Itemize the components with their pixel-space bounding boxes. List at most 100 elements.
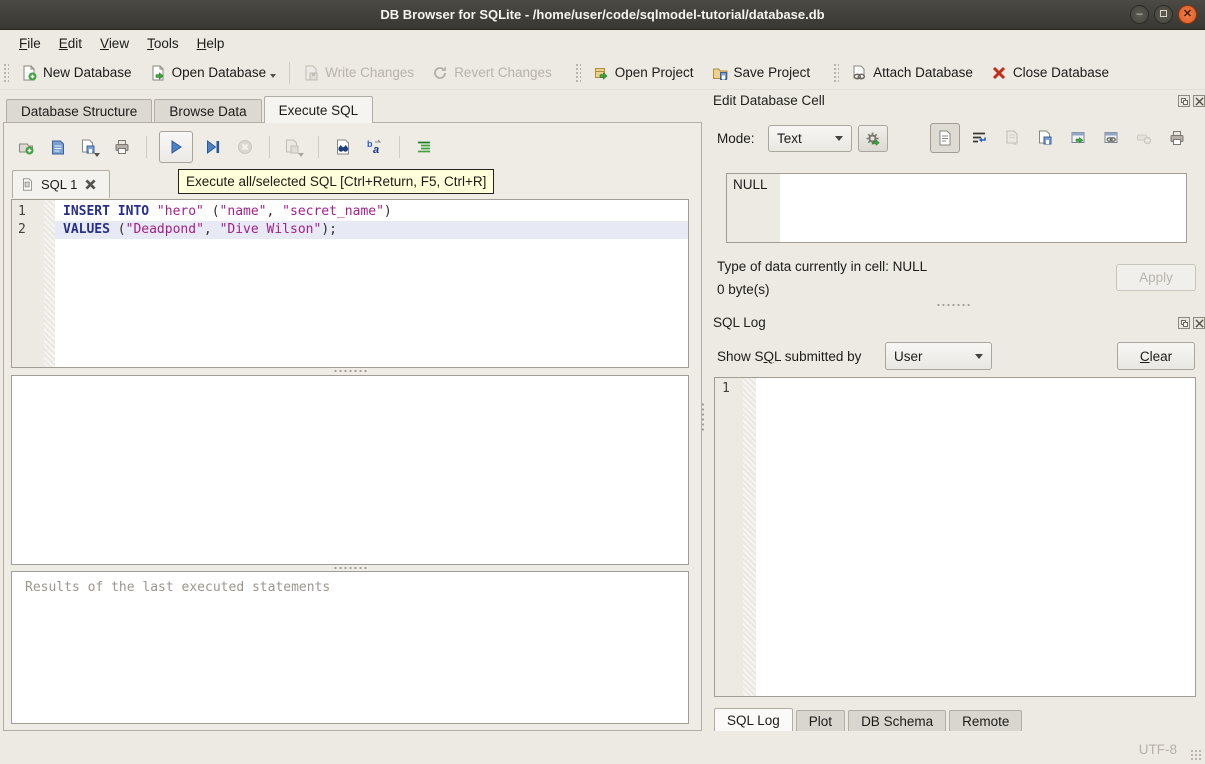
new-tab-icon bbox=[18, 139, 34, 155]
close-database-icon bbox=[991, 65, 1007, 81]
find-button[interactable] bbox=[331, 134, 355, 160]
write-changes-button[interactable]: Write Changes bbox=[294, 61, 423, 85]
print-icon bbox=[114, 139, 130, 155]
open-database-dropdown-icon[interactable] bbox=[270, 74, 276, 78]
cell-size-info: 0 byte(s) bbox=[717, 282, 770, 297]
clear-log-button[interactable]: Clear bbox=[1117, 342, 1195, 370]
line-number: 2 bbox=[18, 221, 44, 239]
revert-changes-button[interactable]: Revert Changes bbox=[423, 61, 561, 85]
results-message-pane: Results of the last executed statements bbox=[11, 571, 689, 724]
main-toolbar: New Database Open Database Write Changes… bbox=[0, 56, 1205, 90]
attach-database-button[interactable]: Attach Database bbox=[842, 61, 982, 85]
menu-edit[interactable]: Edit bbox=[50, 34, 91, 53]
open-project-button[interactable]: Open Project bbox=[584, 61, 703, 85]
results-grid-pane bbox=[11, 375, 689, 565]
sql-log-title: SQL Log bbox=[713, 315, 766, 330]
sql-log-view[interactable]: 1 bbox=[714, 377, 1196, 697]
toolbar-grip[interactable] bbox=[3, 63, 9, 83]
save-results-dropdown-icon[interactable] bbox=[298, 153, 304, 157]
close-database-button[interactable]: Close Database bbox=[982, 61, 1118, 85]
dock-tab-sql-log[interactable]: SQL Log bbox=[714, 708, 793, 733]
replace-icon: ba bbox=[367, 139, 383, 155]
save-sql-file-button[interactable] bbox=[78, 134, 102, 160]
toolbar-grip[interactable] bbox=[833, 63, 839, 83]
sql-doc-tab-label: SQL 1 bbox=[41, 177, 77, 192]
export-icon bbox=[1037, 130, 1053, 146]
log-fold-margin bbox=[743, 378, 756, 696]
open-sql-file-button[interactable] bbox=[46, 134, 70, 160]
word-wrap-button[interactable] bbox=[964, 123, 994, 153]
save-project-button[interactable]: Save Project bbox=[703, 61, 820, 85]
close-button[interactable]: ✕ bbox=[1178, 5, 1197, 24]
apply-button[interactable]: Apply bbox=[1116, 264, 1196, 291]
execute-sql-button[interactable] bbox=[159, 131, 193, 163]
dock-splitter-handle[interactable] bbox=[936, 303, 970, 308]
cell-value-editor[interactable]: NULL bbox=[726, 173, 1187, 243]
print-sql-button[interactable] bbox=[110, 134, 134, 160]
minimize-button[interactable]: – bbox=[1130, 5, 1149, 24]
code-area[interactable]: INSERT INTO "hero" ("name", "secret_name… bbox=[55, 200, 688, 367]
find-icon bbox=[335, 139, 351, 155]
sql-editor[interactable]: 1 2 INSERT INTO "hero" ("name", "secret_… bbox=[11, 199, 689, 368]
tab-execute-sql[interactable]: Execute SQL bbox=[264, 96, 374, 123]
import-cell-button[interactable] bbox=[997, 123, 1027, 153]
menu-file[interactable]: File bbox=[10, 34, 50, 53]
splitter-handle[interactable] bbox=[333, 369, 367, 374]
format-indent-icon bbox=[416, 139, 432, 155]
menu-help[interactable]: Help bbox=[188, 34, 234, 53]
window-title: DB Browser for SQLite - /home/user/code/… bbox=[380, 7, 824, 22]
text-mode-toggle[interactable] bbox=[930, 123, 960, 153]
export-cell-button[interactable] bbox=[1030, 123, 1060, 153]
save-sql-dropdown-icon[interactable] bbox=[94, 153, 100, 157]
close-dock-icon[interactable] bbox=[1193, 317, 1205, 329]
write-changes-icon bbox=[303, 65, 319, 81]
sql-toolbar: ba bbox=[14, 130, 436, 164]
tab-browse-data[interactable]: Browse Data bbox=[154, 99, 261, 123]
dock-tab-db-schema[interactable]: DB Schema bbox=[848, 710, 946, 733]
save-project-icon bbox=[712, 65, 728, 81]
tab-database-structure[interactable]: Database Structure bbox=[6, 99, 152, 123]
find-replace-button[interactable]: ba bbox=[363, 134, 387, 160]
new-database-button[interactable]: New Database bbox=[12, 61, 141, 85]
close-dock-icon[interactable] bbox=[1193, 95, 1205, 107]
dock-tab-plot[interactable]: Plot bbox=[796, 710, 845, 733]
resize-grip[interactable] bbox=[1190, 749, 1202, 761]
execute-tooltip: Execute all/selected SQL [Ctrl+Return, F… bbox=[178, 169, 494, 194]
float-dock-icon[interactable] bbox=[1178, 95, 1190, 107]
encoding-indicator: UTF-8 bbox=[1139, 742, 1177, 757]
close-tab-icon[interactable] bbox=[84, 178, 97, 191]
sql-line-2: VALUES ("Deadpond", "Dive Wilson"); bbox=[55, 221, 688, 239]
menu-tools[interactable]: Tools bbox=[138, 34, 188, 53]
app-window: DB Browser for SQLite - /home/user/code/… bbox=[0, 0, 1205, 764]
copy-link-button[interactable] bbox=[1096, 123, 1126, 153]
auto-apply-button[interactable] bbox=[858, 125, 888, 152]
svg-text:a: a bbox=[373, 144, 379, 155]
open-in-external-button[interactable] bbox=[1063, 123, 1093, 153]
format-sql-button[interactable] bbox=[412, 134, 436, 160]
sql-doc-tab-bar: SQL 1 bbox=[12, 170, 110, 198]
float-dock-icon[interactable] bbox=[1178, 317, 1190, 329]
toolbar-grip[interactable] bbox=[575, 63, 581, 83]
print-cell-button[interactable] bbox=[1162, 123, 1192, 153]
maximize-button[interactable] bbox=[1154, 5, 1173, 24]
stop-execution-button[interactable] bbox=[233, 134, 257, 160]
set-null-button[interactable] bbox=[1129, 123, 1159, 153]
menu-view[interactable]: View bbox=[91, 34, 138, 53]
execute-current-line-button[interactable] bbox=[201, 134, 225, 160]
panel-splitter-handle[interactable] bbox=[701, 402, 706, 432]
main-tab-bar: Database Structure Browse Data Execute S… bbox=[6, 96, 375, 123]
chevron-down-icon bbox=[975, 354, 983, 359]
sql-doc-tab[interactable]: SQL 1 bbox=[12, 170, 110, 198]
word-wrap-icon bbox=[971, 130, 987, 146]
log-filter-label: Show SQL submitted by bbox=[717, 349, 861, 364]
chevron-down-icon bbox=[835, 136, 843, 141]
save-results-button[interactable] bbox=[282, 134, 306, 160]
open-database-button[interactable]: Open Database bbox=[141, 61, 286, 85]
log-filter-select[interactable]: User bbox=[885, 342, 992, 370]
edit-cell-title: Edit Database Cell bbox=[713, 93, 825, 108]
new-sql-tab-button[interactable] bbox=[14, 134, 38, 160]
execute-icon bbox=[168, 139, 184, 155]
dock-tab-remote[interactable]: Remote bbox=[949, 710, 1022, 733]
mode-select[interactable]: Text bbox=[768, 125, 852, 152]
print-icon bbox=[1169, 130, 1185, 146]
